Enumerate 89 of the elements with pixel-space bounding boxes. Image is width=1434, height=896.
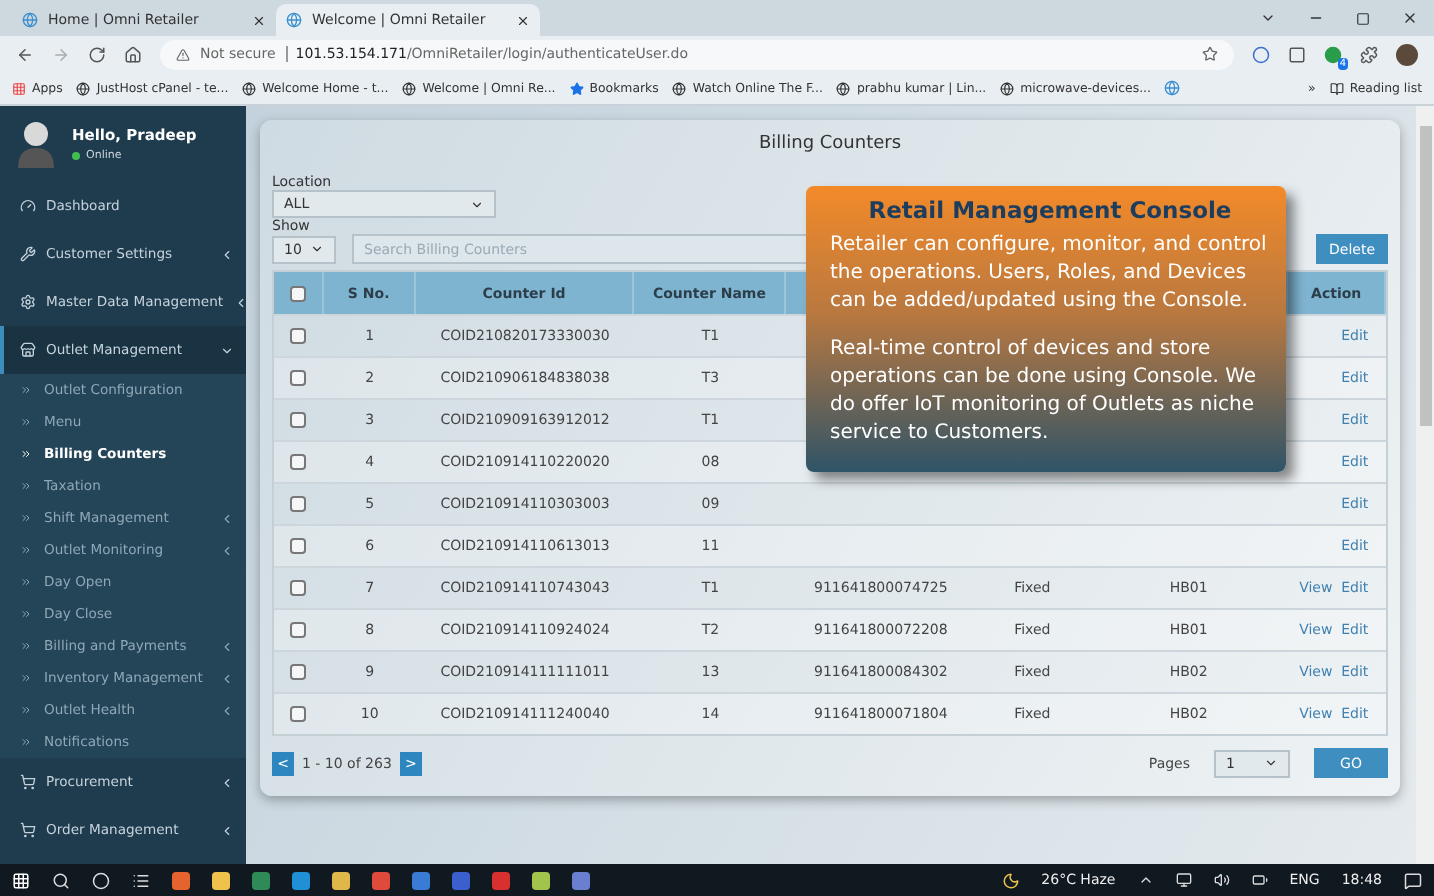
globe-icon <box>402 81 417 95</box>
star-icon <box>569 81 584 95</box>
app-icon[interactable] <box>532 871 550 889</box>
status-dot <box>72 152 80 160</box>
globe-icon <box>76 81 91 95</box>
caret-icon <box>470 197 484 211</box>
circle-icon[interactable] <box>92 871 110 889</box>
app-icon[interactable] <box>332 871 350 889</box>
double-chevron-icon <box>20 448 32 460</box>
double-chevron-icon <box>20 384 32 396</box>
caret-icon <box>220 543 234 557</box>
caret-icon <box>233 295 248 309</box>
star-icon[interactable] <box>1202 46 1218 62</box>
caret-icon <box>220 247 234 261</box>
cart-icon <box>20 774 36 790</box>
caret-icon <box>220 639 234 653</box>
reload-icon[interactable] <box>88 45 106 63</box>
caret-icon <box>1264 756 1278 770</box>
user-avatar <box>16 120 56 168</box>
volume-icon[interactable] <box>1213 872 1230 888</box>
start-icon[interactable] <box>12 871 30 889</box>
gauge-icon <box>20 198 36 214</box>
wrench-icon <box>20 246 36 262</box>
extensions-icon[interactable] <box>1360 45 1378 63</box>
row-checkbox[interactable] <box>290 328 307 344</box>
app-icon[interactable] <box>372 871 390 889</box>
double-chevron-icon <box>20 544 32 556</box>
book-icon <box>1329 81 1344 95</box>
store-icon <box>20 342 36 358</box>
back-icon[interactable] <box>16 45 34 63</box>
caret-icon <box>310 242 324 256</box>
row-checkbox[interactable] <box>290 664 307 680</box>
app-icon[interactable] <box>292 871 310 889</box>
caret-icon <box>220 511 234 525</box>
row-checkbox[interactable] <box>290 412 307 428</box>
double-chevron-icon <box>20 736 32 748</box>
popup-title: Retail Management Console <box>866 196 1234 224</box>
caret-icon <box>220 703 234 717</box>
close-icon[interactable] <box>516 13 530 27</box>
app-icon[interactable] <box>572 871 590 889</box>
task-view-icon[interactable] <box>132 871 150 889</box>
globe-icon <box>672 81 687 95</box>
gear-icon <box>20 294 36 310</box>
caret-icon <box>220 775 234 789</box>
moon-icon <box>1001 871 1020 889</box>
double-chevron-icon <box>20 672 32 684</box>
maximize-icon[interactable] <box>1356 11 1370 25</box>
tray-expand-icon[interactable] <box>1137 872 1154 888</box>
globe-icon <box>22 12 38 28</box>
row-checkbox[interactable] <box>290 706 307 722</box>
row-checkbox[interactable] <box>290 538 307 554</box>
close-icon[interactable] <box>1402 10 1418 26</box>
page-title: Billing Counters <box>756 132 904 158</box>
row-checkbox[interactable] <box>290 580 307 596</box>
caret-icon <box>220 671 234 685</box>
monitor-icon[interactable] <box>1175 872 1192 888</box>
globe-icon <box>1000 81 1015 95</box>
caret-icon <box>220 823 234 837</box>
double-chevron-icon <box>20 640 32 652</box>
popup-paragraph: Real-time control of devices and store operations can be done using Console. We do offer IoT monitoring of Outlets as niche service to Customers. <box>830 336 1259 448</box>
select-all-checkbox[interactable] <box>289 285 306 301</box>
globe-icon <box>286 12 302 28</box>
double-chevron-icon <box>20 608 32 620</box>
row-checkbox[interactable] <box>290 622 307 638</box>
cart-icon <box>20 822 36 838</box>
row-checkbox[interactable] <box>290 370 307 386</box>
row-checkbox[interactable] <box>290 454 307 470</box>
globe-icon[interactable] <box>1164 80 1181 96</box>
double-chevron-icon <box>20 704 32 716</box>
app-icon[interactable] <box>212 871 230 889</box>
double-chevron-icon <box>20 480 32 492</box>
double-chevron-icon <box>20 416 32 428</box>
grid-icon <box>12 81 26 95</box>
notification-icon[interactable] <box>1404 871 1422 889</box>
double-chevron-icon <box>20 576 32 588</box>
double-chevron-icon <box>20 512 32 524</box>
close-icon[interactable] <box>252 13 266 27</box>
caret-icon <box>220 343 234 357</box>
globe-icon <box>836 81 851 95</box>
popup-paragraph: Retailer can configure, monitor, and control the operations. Users, Roles, and Devices can be added/updated using the Console. <box>830 232 1269 316</box>
home-icon[interactable] <box>124 45 142 63</box>
row-checkbox[interactable] <box>290 496 307 512</box>
search-icon[interactable] <box>52 871 70 889</box>
battery-icon[interactable] <box>1251 872 1268 888</box>
app-icon[interactable] <box>172 871 190 889</box>
profile-avatar[interactable] <box>1396 43 1418 65</box>
globe-icon <box>242 81 257 95</box>
warning-icon <box>176 47 190 61</box>
tab-search-icon[interactable] <box>1260 10 1276 26</box>
